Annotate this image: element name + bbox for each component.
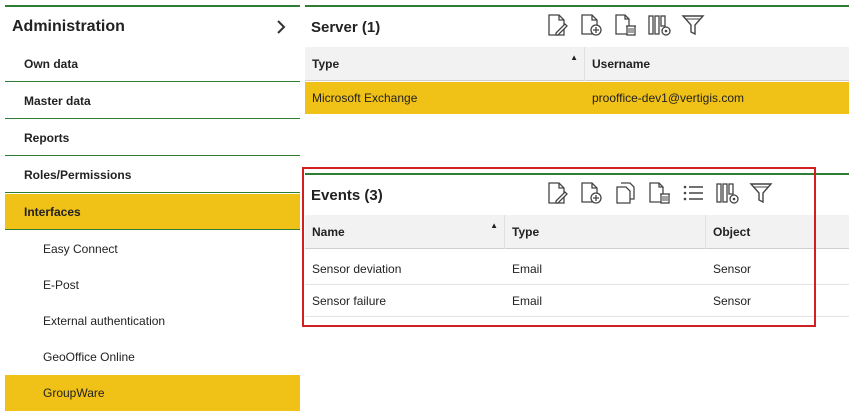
events-panel-title: Events (3)	[311, 186, 383, 204]
events-panel: Events (3) Name ▲ Type Object Sensor dev…	[305, 173, 849, 323]
sidebar-header[interactable]: Administration	[5, 8, 300, 45]
events-table-header: Name ▲ Type Object	[305, 215, 849, 249]
cell-type: Email	[512, 294, 543, 308]
sidebar-item-label: Roles/Permissions	[24, 167, 132, 182]
copy-document-icon	[616, 182, 635, 204]
sidebar-divider	[5, 5, 300, 7]
filter-icon	[681, 15, 705, 36]
cell-object: Sensor	[713, 294, 752, 308]
server-panel: Server (1) Type ▲ Username Microsoft Exc…	[305, 5, 849, 155]
delete-document-button[interactable]	[611, 11, 639, 39]
column-header-type[interactable]: Type ▲	[305, 47, 585, 81]
column-header-label: Name	[312, 225, 345, 239]
sidebar-item-master-data[interactable]: Master data	[5, 83, 300, 119]
sort-ascending-icon: ▲	[570, 53, 578, 62]
column-header-label: Type	[312, 57, 340, 71]
column-header-label: Object	[713, 225, 751, 239]
cell-type: Microsoft Exchange	[312, 91, 418, 105]
sidebar-item-interfaces[interactable]: Interfaces	[5, 194, 300, 230]
edit-document-button[interactable]	[543, 179, 571, 207]
add-document-icon	[581, 182, 602, 204]
add-document-button[interactable]	[577, 11, 605, 39]
sidebar-subitem-label: GroupWare	[43, 386, 105, 400]
edit-document-icon	[548, 14, 568, 36]
cell-type: Email	[512, 262, 543, 276]
column-settings-button[interactable]	[713, 179, 741, 207]
filter-icon	[749, 183, 773, 204]
list-icon	[683, 185, 703, 201]
sidebar-subitem-label: External authentication	[43, 314, 166, 328]
sidebar-subitem-e-post[interactable]: E-Post	[5, 267, 300, 303]
sidebar-subitem-external-authentication[interactable]: External authentication	[5, 303, 300, 339]
sidebar-subitem-label: GeoOffice Online	[43, 350, 135, 364]
column-settings-button[interactable]	[645, 11, 673, 39]
server-table-header: Type ▲ Username	[305, 47, 849, 81]
events-toolbar	[543, 179, 775, 207]
sidebar-item-label: Interfaces	[24, 204, 81, 219]
sidebar-item-label: Master data	[24, 93, 91, 108]
column-header-name[interactable]: Name ▲	[305, 215, 505, 249]
column-header-object[interactable]: Object	[706, 215, 849, 249]
server-toolbar	[543, 11, 707, 39]
filter-button[interactable]	[679, 11, 707, 39]
column-header-label: Username	[592, 57, 651, 71]
column-settings-icon	[716, 183, 739, 204]
sidebar-item-label: Own data	[24, 56, 79, 71]
edit-document-button[interactable]	[543, 11, 571, 39]
column-header-username[interactable]: Username	[585, 47, 849, 81]
delete-document-icon	[615, 14, 636, 36]
sidebar-subitem-geooffice-online[interactable]: GeoOffice Online	[5, 339, 300, 375]
admin-sidebar: Administration Own data Master data Repo…	[0, 0, 300, 416]
sidebar-item-label: Reports	[24, 130, 70, 145]
add-document-icon	[581, 14, 602, 36]
column-header-label: Type	[512, 225, 540, 239]
table-row[interactable]: Sensor failure Email Sensor	[305, 285, 849, 317]
delete-document-button[interactable]	[645, 179, 673, 207]
cell-username: prooffice-dev1@vertigis.com	[592, 91, 745, 105]
table-row[interactable]: Microsoft Exchange prooffice-dev1@vertig…	[305, 82, 849, 114]
chevron-right-icon[interactable]	[274, 19, 288, 34]
sidebar-item-own-data[interactable]: Own data	[5, 46, 300, 82]
cell-object: Sensor	[713, 262, 752, 276]
sidebar-item-reports[interactable]: Reports	[5, 120, 300, 156]
sort-ascending-icon: ▲	[490, 221, 498, 230]
server-panel-title: Server (1)	[311, 18, 381, 36]
cell-name: Sensor failure	[312, 294, 387, 308]
add-document-button[interactable]	[577, 179, 605, 207]
sidebar-subitem-easy-connect[interactable]: Easy Connect	[5, 231, 300, 267]
list-button[interactable]	[679, 179, 707, 207]
table-row[interactable]: Sensor deviation Email Sensor	[305, 253, 849, 285]
sidebar-subitem-label: E-Post	[43, 278, 80, 292]
sidebar-title: Administration	[12, 17, 125, 35]
edit-document-icon	[548, 182, 568, 204]
sidebar-item-roles-permissions[interactable]: Roles/Permissions	[5, 157, 300, 193]
column-header-type[interactable]: Type	[505, 215, 706, 249]
sidebar-subitem-label: Easy Connect	[43, 242, 118, 256]
delete-document-icon	[649, 182, 670, 204]
cell-name: Sensor deviation	[312, 262, 402, 276]
column-settings-icon	[648, 15, 671, 36]
filter-button[interactable]	[747, 179, 775, 207]
copy-document-button[interactable]	[611, 179, 639, 207]
sidebar-subitem-groupware[interactable]: GroupWare	[5, 375, 300, 411]
